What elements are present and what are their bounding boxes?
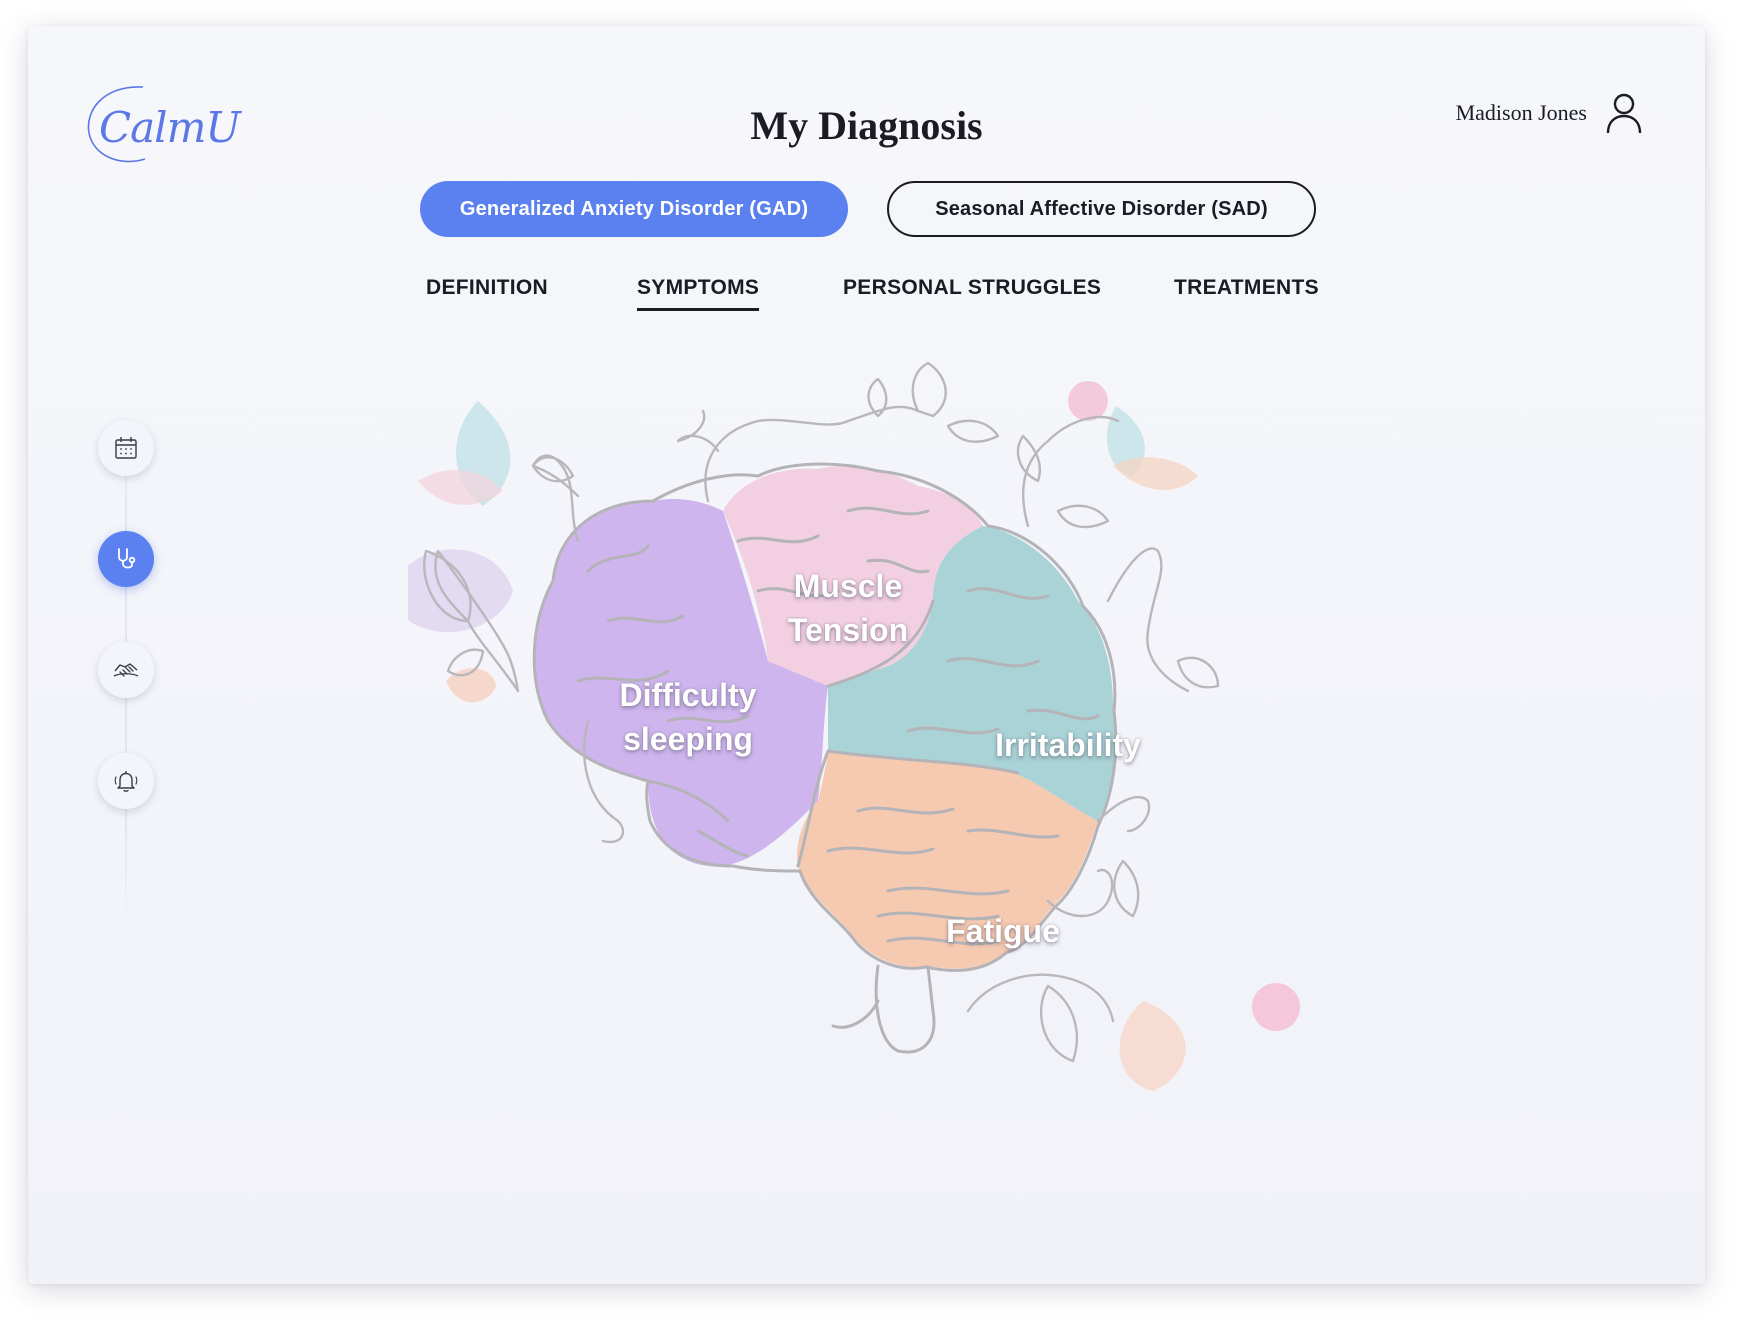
sidebar-item-diagnosis[interactable] (98, 531, 154, 587)
region-label-line: Tension (787, 612, 909, 648)
brain-graphic (398, 361, 1300, 1091)
section-tabs: DEFINITION SYMPTOMS PERSONAL STRUGGLES T… (28, 276, 1705, 316)
tab-personal-struggles[interactable]: PERSONAL STRUGGLES (843, 276, 1101, 308)
user-icon[interactable] (1605, 92, 1643, 134)
region-label-fatigue[interactable]: Fatigue (928, 909, 1078, 953)
app-window: CalmU My Diagnosis Madison Jones General… (28, 26, 1705, 1284)
stethoscope-icon (118, 548, 136, 569)
user-name: Madison Jones (1455, 100, 1587, 125)
region-label-line: Muscle (793, 568, 903, 604)
sad-pill-button[interactable]: Seasonal Affective Disorder (SAD) (887, 181, 1316, 237)
region-label-muscle-tension[interactable]: Muscle Tension (768, 564, 928, 652)
tab-symptoms[interactable]: SYMPTOMS (637, 276, 760, 311)
gad-pill-button[interactable]: Generalized Anxiety Disorder (GAD) (420, 181, 848, 237)
tab-definition[interactable]: DEFINITION (426, 276, 548, 308)
bell-icon (114, 771, 138, 792)
region-label-irritability[interactable]: Irritability (978, 723, 1158, 767)
sidebar-item-notifications[interactable] (98, 753, 154, 809)
region-label-line: Irritability (995, 727, 1141, 763)
handshake-icon (113, 663, 139, 677)
region-label-difficulty-sleeping[interactable]: Difficulty sleeping (603, 673, 773, 761)
tab-treatments[interactable]: TREATMENTS (1174, 276, 1319, 308)
sidebar-item-support[interactable] (98, 642, 154, 698)
region-label-line: sleeping (623, 721, 753, 757)
brain-illustration: Muscle Tension Difficulty sleeping Irrit… (398, 361, 1358, 1221)
sidebar-item-calendar[interactable] (98, 420, 154, 476)
region-label-line: Fatigue (946, 913, 1060, 949)
region-label-line: Difficulty (619, 677, 757, 713)
calendar-icon (115, 437, 137, 459)
user-profile[interactable]: Madison Jones (1456, 92, 1643, 134)
page-title: My Diagnosis (750, 103, 983, 148)
